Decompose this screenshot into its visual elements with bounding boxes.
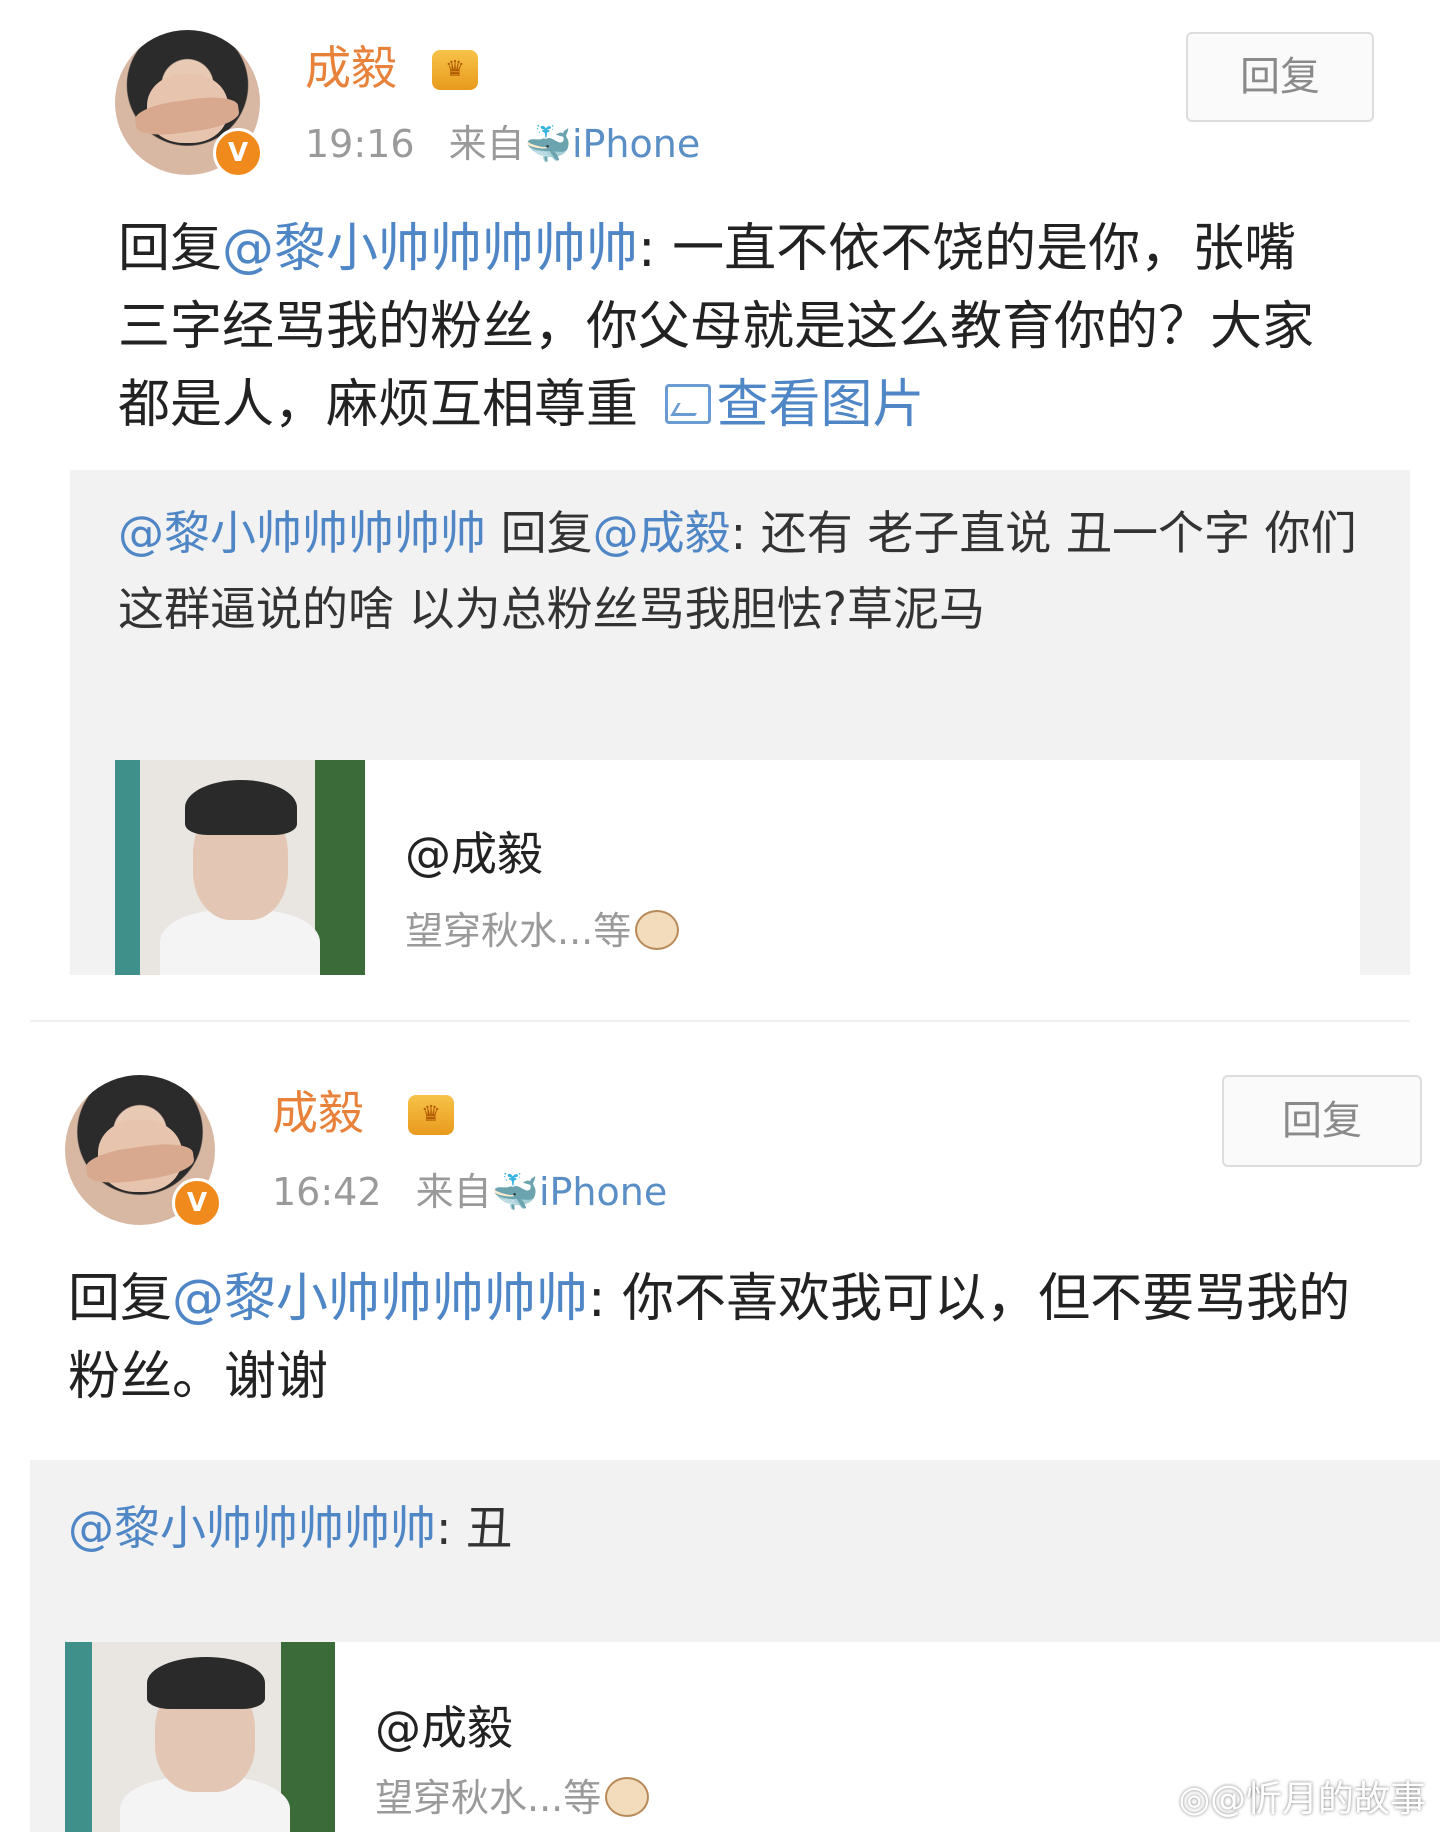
watermark: ◎@忻月的故事 [1178, 1779, 1426, 1820]
linked-card[interactable]: @成毅 望穿秋水...等 [115, 760, 1360, 975]
card-title: @成毅 [375, 1701, 513, 1755]
quoted-body: : 丑 [436, 1501, 513, 1555]
quoted-text: @黎小帅帅帅帅帅: 丑 [68, 1490, 1368, 1566]
quoted-reply-mention-link[interactable]: @成毅 [593, 506, 731, 560]
card-thumbnail [65, 1642, 335, 1832]
reply-mention-link[interactable]: @黎小帅帅帅帅帅 [172, 1269, 588, 1329]
quoted-mention-link[interactable]: @黎小帅帅帅帅帅 [68, 1501, 436, 1555]
author-name[interactable]: 成毅 [272, 1085, 364, 1141]
whale-icon: 🐳 [524, 122, 572, 166]
reply-text: 回复@黎小帅帅帅帅帅: 你不喜欢我可以，但不要骂我的粉丝。谢谢 [68, 1260, 1398, 1416]
verified-badge-icon: V [213, 128, 263, 178]
post-meta: 19:16 来自🐳iPhone [305, 120, 700, 168]
post-divider [30, 1020, 1410, 1022]
dog-emoji-icon [635, 910, 680, 950]
quoted-comment[interactable]: @黎小帅帅帅帅帅 回复@成毅: 还有 老子直说 丑一个字 你们这群逼说的啥 以为… [70, 470, 1410, 975]
post-time: 19:16 [305, 122, 415, 166]
card-title: @成毅 [405, 827, 543, 881]
picture-icon [664, 384, 711, 424]
source-prefix: 来自 [448, 122, 525, 166]
post-2: V 成毅 ♛ 16:42 来自🐳iPhone 回复 回复@黎小帅帅帅帅帅: 你不… [0, 1040, 1440, 1832]
source-device[interactable]: iPhone [572, 122, 700, 166]
reply-prefix: 回复 [68, 1269, 173, 1329]
source-prefix: 来自 [415, 1170, 492, 1214]
post-meta: 16:42 来自🐳iPhone [272, 1168, 667, 1216]
quoted-mention-link[interactable]: @黎小帅帅帅帅帅 [118, 506, 486, 560]
whale-icon: 🐳 [491, 1170, 539, 1214]
author-name[interactable]: 成毅 [305, 40, 397, 96]
weibo-logo-icon: ◎ [1178, 1779, 1210, 1820]
reply-prefix: 回复 [118, 219, 223, 279]
vip-crown-icon: ♛ [408, 1095, 454, 1135]
reply-text: 回复@黎小帅帅帅帅帅: 一直不依不饶的是你，张嘴三字经骂我的粉丝，你父母就是这么… [118, 210, 1348, 444]
reply-mention-link[interactable]: @黎小帅帅帅帅帅 [222, 219, 638, 279]
reply-button[interactable]: 回复 [1222, 1075, 1422, 1167]
post-time: 16:42 [272, 1170, 382, 1214]
card-thumbnail [115, 760, 365, 975]
verified-badge-icon: V [172, 1178, 222, 1228]
dog-emoji-icon [605, 1777, 650, 1817]
quoted-text: @黎小帅帅帅帅帅 回复@成毅: 还有 老子直说 丑一个字 你们这群逼说的啥 以为… [118, 495, 1368, 647]
card-subtitle: 望穿秋水...等 [375, 1767, 650, 1822]
view-image-link[interactable]: 查看图片 [664, 375, 925, 435]
vip-crown-icon: ♛ [432, 50, 478, 90]
reply-button[interactable]: 回复 [1186, 32, 1374, 122]
source-device[interactable]: iPhone [539, 1170, 667, 1214]
card-subtitle: 望穿秋水...等 [405, 900, 680, 955]
quoted-reply-word: 回复 [486, 506, 593, 560]
post-1: V 成毅 ♛ 19:16 来自🐳iPhone 回复 回复@黎小帅帅帅帅帅: 一直… [0, 0, 1440, 1010]
